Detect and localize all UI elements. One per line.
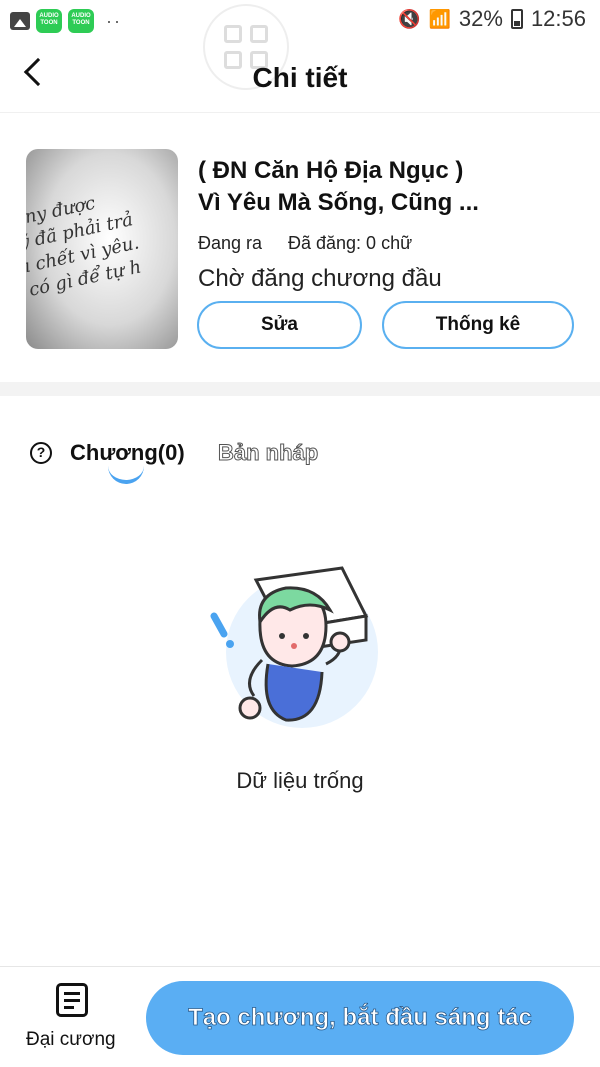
doc-line <box>64 999 80 1002</box>
chapter-status: Chờ đăng chương đầu <box>198 265 442 292</box>
active-tab-indicator <box>108 466 144 484</box>
header: Chi tiết <box>0 40 600 112</box>
book-info-card: ony được ỹ đã phải trả ı chết vì yêu. có… <box>0 112 600 382</box>
edit-button[interactable]: Sửa <box>197 301 362 349</box>
audiotoon-app-icon-2: AUDIO TOON <box>68 9 94 33</box>
battery-percent: 32% <box>458 6 503 31</box>
doc-line <box>64 992 80 995</box>
book-title-line: ( ĐN Căn Hộ Địa Ngục ) <box>198 157 464 184</box>
bottom-bar: Đại cương Tạo chương, bắt đầu sáng tác <box>0 966 600 1067</box>
book-title-line: Vì Yêu Mà Sống, Cũng ... <box>198 189 479 216</box>
empty-state-text: Dữ liệu trống <box>236 768 364 793</box>
book-cover[interactable]: ony được ỹ đã phải trả ı chết vì yêu. có… <box>26 149 178 349</box>
gallery-icon <box>10 12 30 30</box>
status-bar: AUDIO TOON AUDIO TOON ·· 🔇 📶 32% 12:56 <box>0 0 600 40</box>
word-count: Đã đăng: 0 chữ <box>288 233 413 253</box>
more-notifications-icon: ·· <box>106 10 122 31</box>
tab-chapters[interactable]: Chương(0) <box>70 440 185 466</box>
tabs: ? Chương(0) Bản nháp <box>0 420 600 490</box>
stats-button[interactable]: Thống kê <box>382 301 574 349</box>
doc-line <box>64 1006 74 1009</box>
clock: 12:56 <box>530 6 586 31</box>
outline-label[interactable]: Đại cương <box>26 1029 116 1051</box>
book-title: ( ĐN Căn Hộ Địa Ngục ) Vì Yêu Mà Sống, C… <box>198 155 578 219</box>
book-status: Đang ra <box>198 233 263 253</box>
mute-icon: 🔇 <box>398 8 421 29</box>
create-chapter-button[interactable]: Tạo chương, bắt đầu sáng tác <box>146 981 574 1055</box>
page-title: Chi tiết <box>252 62 348 93</box>
tab-drafts[interactable]: Bản nháp <box>217 440 318 466</box>
help-icon[interactable]: ? <box>30 442 52 464</box>
empty-state-illustration <box>210 566 378 728</box>
wifi-icon: 📶 <box>428 8 451 29</box>
section-divider <box>0 382 600 396</box>
cover-text: ony được ỹ đã phải trả ı chết vì yêu. có… <box>26 171 178 302</box>
audiotoon-app-icon: AUDIO TOON <box>36 9 62 33</box>
battery-icon <box>510 9 523 29</box>
outline-document-icon[interactable] <box>56 983 88 1017</box>
